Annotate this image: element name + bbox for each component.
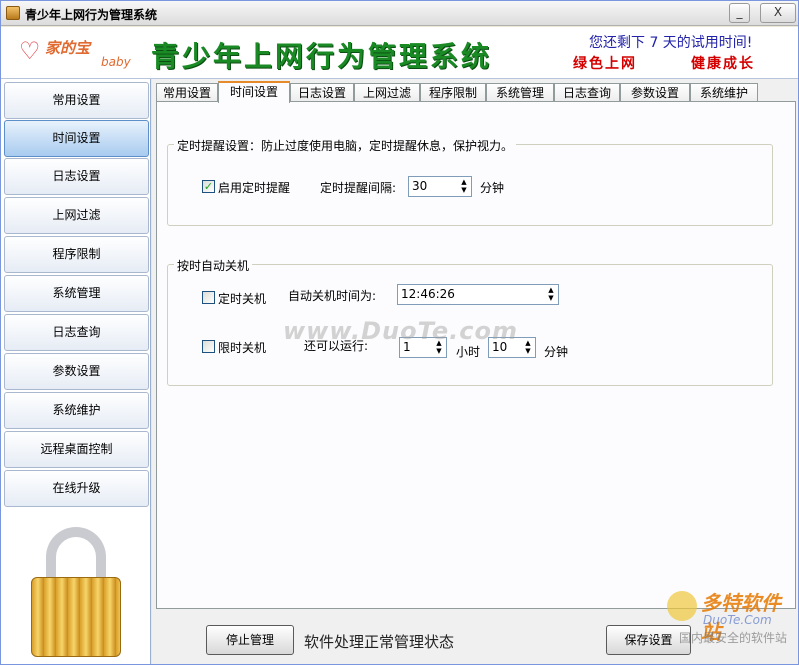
enable-reminder-label: 启用定时提醒	[218, 181, 291, 195]
timed-shutdown-checkbox[interactable]	[202, 291, 215, 304]
main-content: 常用设置 时间设置 日志设置 上网过滤 程序限制 系统管理 日志查询 参数设置 …	[152, 79, 798, 664]
app-icon	[6, 6, 20, 20]
slogan-right: 健康成长	[691, 56, 755, 72]
status-text: 软件处理正常管理状态	[304, 633, 455, 651]
sidebar-item-system-maintenance[interactable]: 系统维护	[4, 392, 149, 429]
minimize-button[interactable]: _	[729, 3, 750, 23]
shutdown-time-value: 12:46:26	[401, 287, 455, 301]
spinner-arrows-icon[interactable]: ▲ ▼	[546, 286, 556, 303]
sidebar: 常用设置 时间设置 日志设置 上网过滤 程序限制 系统管理 日志查询 参数设置 …	[1, 79, 151, 664]
mascot-icon	[667, 591, 697, 621]
app-window: 青少年上网行为管理系统 _ X ♡ 家的宝 baby 青少年上网行为管理系统 您…	[0, 0, 799, 665]
shutdown-time-picker[interactable]: 12:46:26 ▲ ▼	[397, 284, 559, 305]
padlock-icon	[31, 527, 121, 657]
tab-parameter-settings[interactable]: 参数设置	[620, 83, 690, 102]
tab-log-query[interactable]: 日志查询	[554, 83, 620, 102]
limit-shutdown-label: 限时关机	[218, 341, 267, 355]
slogan-left: 绿色上网	[573, 56, 637, 72]
logo-subtext: baby	[101, 55, 131, 69]
enable-reminder-checkbox[interactable]: ✓	[202, 180, 215, 193]
header-banner: ♡ 家的宝 baby 青少年上网行为管理系统 您还剩下 7 天的试用时间! 绿色…	[1, 27, 798, 79]
sidebar-item-system-management[interactable]: 系统管理	[4, 275, 149, 312]
close-button[interactable]: X	[760, 3, 796, 23]
shutdown-group-title: 按时自动关机	[174, 257, 253, 274]
sidebar-item-remote-desktop[interactable]: 远程桌面控制	[4, 431, 149, 468]
tab-web-filter[interactable]: 上网过滤	[354, 83, 420, 102]
sidebar-item-time-settings[interactable]: 时间设置	[4, 120, 149, 157]
app-banner-title: 青少年上网行为管理系统	[151, 40, 493, 73]
tab-common-settings[interactable]: 常用设置	[156, 83, 218, 102]
interval-value: 30	[412, 179, 428, 193]
sidebar-item-log-settings[interactable]: 日志设置	[4, 158, 149, 195]
tab-time-settings[interactable]: 时间设置	[218, 81, 290, 103]
tab-log-settings[interactable]: 日志设置	[290, 83, 354, 102]
limit-shutdown-checkbox[interactable]	[202, 340, 215, 353]
stop-management-button[interactable]: 停止管理	[206, 625, 294, 655]
logo: ♡ 家的宝 baby	[19, 33, 137, 73]
reminder-group: 定时提醒设置：防止过度使用电脑，定时提醒休息，保护视力。 ✓ 启用定时提醒 定时…	[167, 137, 773, 226]
interval-spinner[interactable]: 30 ▲ ▼	[408, 176, 472, 197]
spinner-arrows-icon[interactable]: ▲ ▼	[523, 339, 533, 356]
window-title: 青少年上网行为管理系统	[25, 8, 158, 22]
watermark-slogan: 国内最安全的软件站	[679, 631, 788, 645]
tab-system-management[interactable]: 系统管理	[486, 83, 554, 102]
trial-notice: 您还剩下 7 天的试用时间!	[589, 35, 753, 51]
logo-text: 家的宝	[45, 39, 91, 57]
tab-system-maintenance[interactable]: 系统维护	[690, 83, 758, 102]
watermark-url: DuoTe.Com	[703, 613, 772, 627]
spinner-arrows-icon[interactable]: ▲ ▼	[459, 178, 469, 195]
hours-unit: 小时	[456, 345, 481, 359]
sidebar-item-online-upgrade[interactable]: 在线升级	[4, 470, 149, 507]
sidebar-item-web-filter[interactable]: 上网过滤	[4, 197, 149, 234]
sidebar-item-program-limit[interactable]: 程序限制	[4, 236, 149, 273]
sidebar-item-parameter-settings[interactable]: 参数设置	[4, 353, 149, 390]
tab-program-limit[interactable]: 程序限制	[420, 83, 486, 102]
watermark-center: www.DuoTe.com	[283, 317, 518, 345]
watermark-corner: 多特软件站 DuoTe.Com 国内最安全的软件站	[667, 585, 797, 663]
heart-icon: ♡	[19, 37, 41, 65]
shutdown-time-label: 自动关机时间为:	[288, 289, 377, 303]
tab-bar: 常用设置 时间设置 日志设置 上网过滤 程序限制 系统管理 日志查询 参数设置 …	[156, 81, 796, 103]
reminder-group-title: 定时提醒设置：防止过度使用电脑，定时提醒休息，保护视力。	[174, 137, 517, 154]
sidebar-item-log-query[interactable]: 日志查询	[4, 314, 149, 351]
minutes-unit: 分钟	[544, 345, 569, 359]
time-settings-panel: 定时提醒设置：防止过度使用电脑，定时提醒休息，保护视力。 ✓ 启用定时提醒 定时…	[156, 101, 796, 609]
interval-unit: 分钟	[480, 181, 505, 195]
title-bar[interactable]: 青少年上网行为管理系统 _ X	[1, 1, 798, 26]
interval-label: 定时提醒间隔:	[320, 181, 397, 195]
sidebar-item-common-settings[interactable]: 常用设置	[4, 82, 149, 119]
timed-shutdown-label: 定时关机	[218, 292, 267, 306]
padlock-body	[31, 577, 121, 657]
